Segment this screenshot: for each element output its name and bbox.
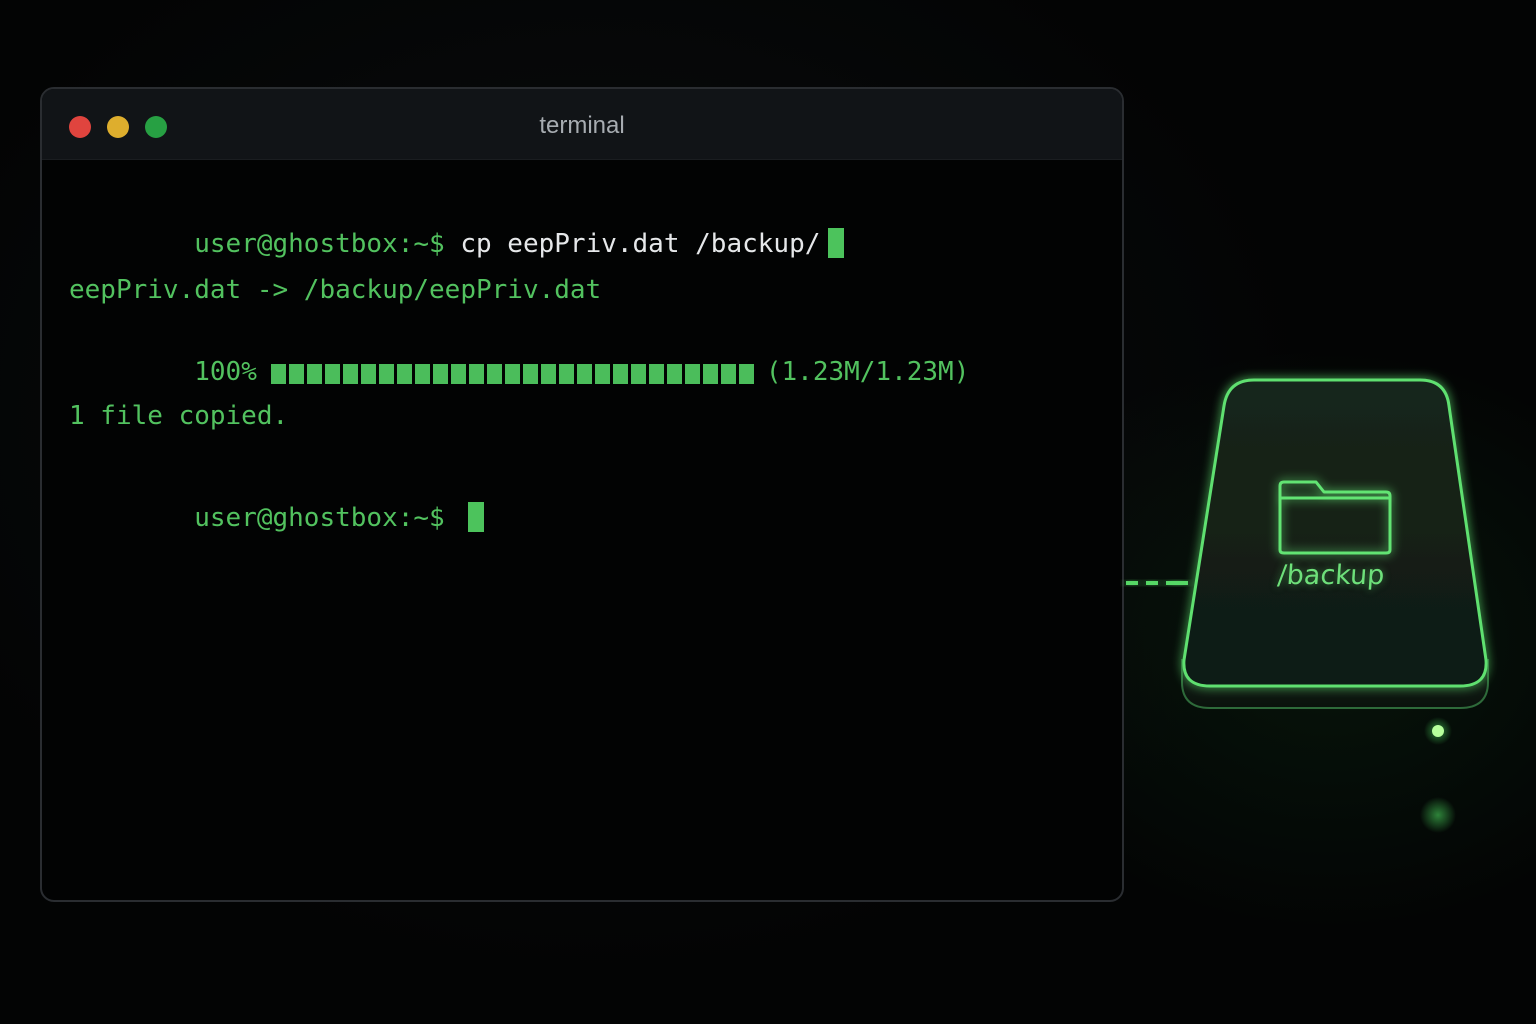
progress-block xyxy=(450,364,466,384)
connection-line xyxy=(1126,581,1188,585)
progress-block xyxy=(432,364,448,384)
text-cursor xyxy=(828,228,845,258)
progress-block xyxy=(504,364,520,384)
progress-block xyxy=(558,364,574,384)
scene: terminal user@ghostbox:~$ cp eepPriv.dat… xyxy=(0,0,1536,1024)
progress-block xyxy=(288,364,304,384)
backup-drive: /backup xyxy=(1120,360,1530,840)
command-text: cp eepPriv.dat /backup/ xyxy=(460,229,821,259)
text-cursor xyxy=(468,502,485,532)
copy-output-line: eepPriv.dat -> /backup/eepPriv.dat xyxy=(69,275,602,305)
progress-bar xyxy=(270,361,754,391)
progress-block xyxy=(594,364,610,384)
progress-block xyxy=(720,364,736,384)
progress-block xyxy=(486,364,502,384)
progress-block xyxy=(684,364,700,384)
progress-block xyxy=(630,364,646,384)
progress-block xyxy=(396,364,412,384)
progress-block xyxy=(576,364,592,384)
progress-block xyxy=(378,364,394,384)
progress-block xyxy=(360,364,376,384)
progress-block xyxy=(306,364,322,384)
progress-block xyxy=(666,364,682,384)
progress-block xyxy=(540,364,556,384)
progress-block xyxy=(522,364,538,384)
window-title: terminal xyxy=(539,112,625,139)
progress-block xyxy=(738,364,754,384)
drive-graphic xyxy=(1126,378,1489,833)
prompt: user@ghostbox:~$ xyxy=(194,229,445,259)
progress-block xyxy=(414,364,430,384)
result-line: 1 file copied. xyxy=(69,401,289,431)
status-led xyxy=(1432,725,1444,737)
drive-label: /backup xyxy=(1276,560,1386,591)
progress-size: (1.23M/1.23M) xyxy=(765,357,970,387)
progress-block xyxy=(270,364,286,384)
progress-block xyxy=(324,364,340,384)
progress-block xyxy=(648,364,664,384)
progress-block xyxy=(468,364,484,384)
progress-block xyxy=(612,364,628,384)
progress-block xyxy=(702,364,718,384)
progress-block xyxy=(342,364,358,384)
prompt: user@ghostbox:~$ xyxy=(194,503,445,533)
prompt-line: user@ghostbox:~$ xyxy=(69,472,485,563)
progress-percent: 100% xyxy=(194,357,257,387)
terminal-window[interactable]: terminal user@ghostbox:~$ cp eepPriv.dat… xyxy=(40,87,1124,902)
title-bar[interactable]: terminal xyxy=(42,89,1122,160)
